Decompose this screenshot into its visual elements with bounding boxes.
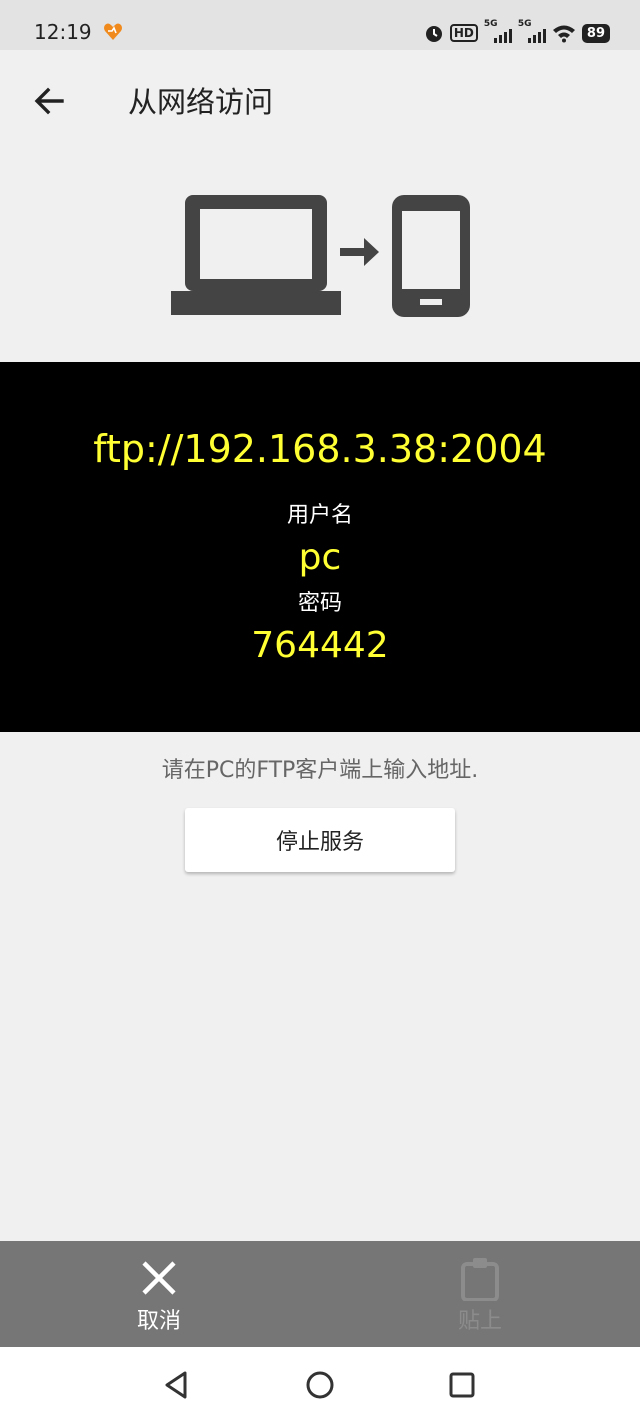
alarm-icon (425, 26, 442, 42)
paste-button: 贴上 (410, 1241, 550, 1347)
back-arrow-icon[interactable] (30, 83, 70, 119)
clipboard-icon (461, 1258, 499, 1301)
username-value: pc (298, 537, 342, 578)
signal-label-2: 5G (517, 19, 532, 29)
bottom-action-bar: 取消 贴上 (0, 1241, 640, 1347)
ftp-url: ftp://192.168.3.38:2004 (93, 427, 547, 471)
arrow-right-icon (340, 238, 379, 266)
pc-to-phone-illustration (171, 195, 470, 317)
cancel-label: 取消 (136, 1309, 181, 1334)
nav-back-icon[interactable] (161, 1369, 193, 1401)
app-bar: 从网络访问 (0, 50, 640, 150)
paste-label: 贴上 (457, 1309, 502, 1334)
page-title: 从网络访问 (128, 85, 274, 119)
hint-text: 请在PC的FTP客户端上输入地址. (161, 758, 479, 783)
signal-icon: 5G (484, 19, 512, 43)
nav-recents-icon[interactable] (446, 1369, 478, 1401)
stop-service-button[interactable]: 停止服务 (185, 808, 455, 872)
laptop-icon (171, 195, 341, 315)
status-icons: HD 5G 5G 89 (424, 19, 610, 46)
password-label: 密码 (297, 591, 342, 616)
signal-label-1: 5G (483, 19, 498, 29)
nav-home-icon[interactable] (304, 1369, 336, 1401)
connection-panel: ftp://192.168.3.38:2004 用户名 pc 密码 764442 (0, 362, 640, 732)
heart-icon (104, 23, 122, 40)
status-bar: 12:19 HD 5G 5G 89 (0, 0, 640, 50)
hd-badge: HD (449, 24, 478, 42)
phone-icon (392, 195, 470, 317)
wifi-icon (552, 25, 575, 43)
password-value: 764442 (251, 625, 389, 666)
cancel-button[interactable]: 取消 (89, 1241, 229, 1347)
status-time: 12:19 (34, 20, 92, 44)
signal-icon: 5G (518, 19, 546, 43)
close-icon (142, 1261, 176, 1295)
system-nav-bar (0, 1347, 640, 1422)
battery-icon: 89 (581, 23, 610, 43)
username-label: 用户名 (286, 503, 353, 528)
